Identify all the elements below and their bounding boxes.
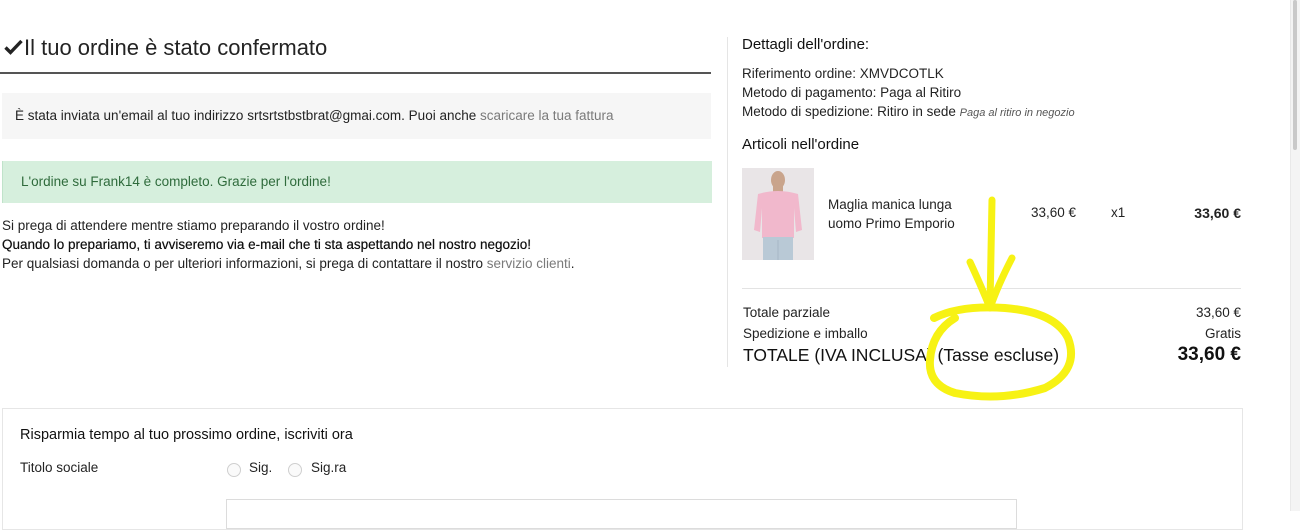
info-line-3: Per qualsiasi domanda o per ulteriori in… [2,256,575,271]
shipping-cost-label: Spedizione e imballo [743,326,868,341]
customer-service-link[interactable]: servizio clienti [487,256,571,271]
product-total: 33,60 € [1194,205,1241,221]
product-image [742,168,814,260]
product-unit-price: 33,60 € [1031,205,1077,220]
info-line-2: Quando lo prepariamo, ti avviseremo via … [2,237,532,252]
grand-total-label: TOTALE (IVA INCLUSA) (Tasse escluse) [743,345,1060,365]
column-divider [727,37,728,367]
subtotal-value: 33,60 € [1195,305,1241,320]
items-heading: Articoli nell'ordine [742,136,860,153]
subtotal-label: Totale parziale [743,305,831,320]
check-icon [4,35,24,61]
shipping-method-text: Metodo di spedizione: Ritiro in sede [742,104,956,119]
radio-sig[interactable] [227,463,241,477]
info-line-3-text: Per qualsiasi domanda o per ulteriori in… [2,256,487,271]
page-title-text: Il tuo ordine è stato confermato [24,35,328,60]
order-reference: Riferimento ordine: XMVDCOTLK [742,66,944,81]
order-details-heading: Dettagli dell'ordine: [742,36,870,53]
page-title: Il tuo ordine è stato confermato [4,35,327,61]
title-divider [0,72,711,74]
radio-sigra-label[interactable]: Sig.ra [311,460,346,475]
social-title-label: Titolo sociale [20,460,99,475]
email-notice-text: È stata inviata un'email al tuo indirizz… [15,108,614,123]
product-name-line-2: uomo Primo Emporio [828,216,955,231]
scrollbar-thumb[interactable] [1293,0,1297,150]
radio-sigra[interactable] [288,463,302,477]
product-quantity: x1 [1111,205,1126,220]
success-message: L'ordine su Frank14 è completo. Grazie p… [21,174,331,189]
radio-sig-label[interactable]: Sig. [249,460,272,475]
first-name-input[interactable] [226,499,1017,529]
shipping-note: Paga al ritiro in negozio [959,107,1075,119]
grand-total-value: 33,60 € [1177,344,1241,365]
download-invoice-link[interactable]: scaricare la tua fattura [480,108,614,123]
info-line-3-suffix: . [570,256,575,271]
info-line-1: Si prega di attendere mentre stiamo prep… [2,218,385,233]
guest-signup-title: Risparmia tempo al tuo prossimo ordine, … [20,427,353,443]
shipping-cost-value: Gratis [1204,326,1241,341]
product-name: Maglia manica lunga uomo Primo Emporio [828,195,978,233]
product-name-line-1: Maglia manica lunga [828,197,952,212]
payment-method: Metodo di pagamento: Paga al Ritiro [742,85,962,100]
success-alert: L'ordine su Frank14 è completo. Grazie p… [2,161,712,203]
email-notice: È stata inviata un'email al tuo indirizz… [2,93,711,139]
email-notice-body: È stata inviata un'email al tuo indirizz… [15,108,480,123]
shipping-method: Metodo di spedizione: Ritiro in sede Pag… [742,104,1075,119]
totals-divider [742,288,1241,289]
